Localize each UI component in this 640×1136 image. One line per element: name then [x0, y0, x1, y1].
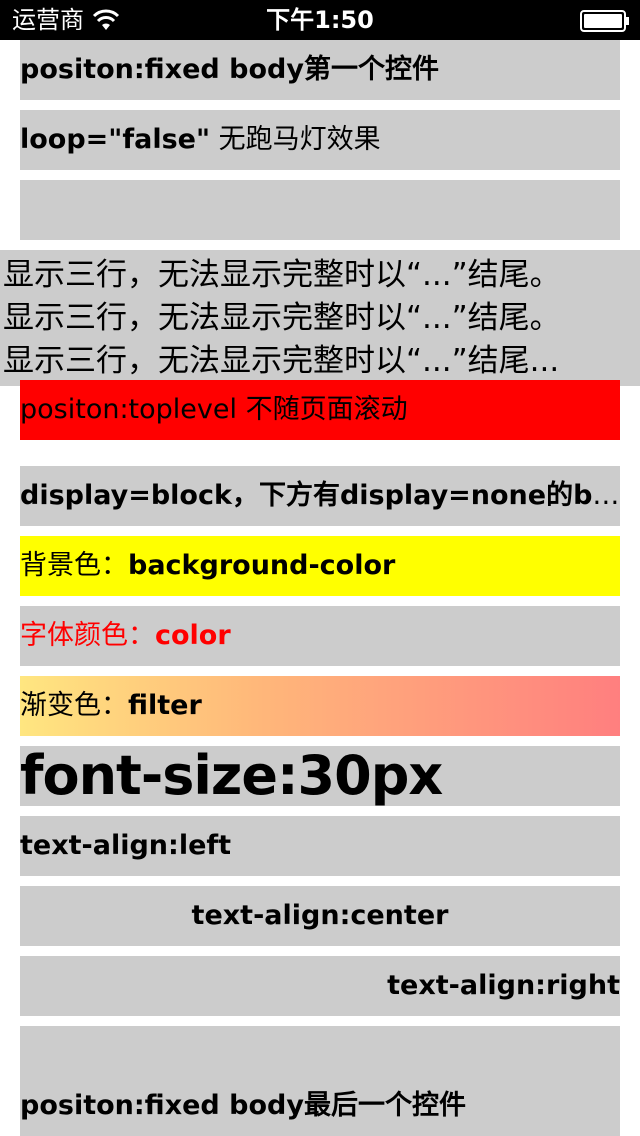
multiline-text-box: 显示三行，无法显示完整时以“...”结尾。 显示三行，无法显示完整时以“...”…: [0, 250, 640, 386]
multiline-line: 显示三行，无法显示完整时以“...”结尾。: [3, 257, 561, 293]
fixed-first-control: positon:fixed body第一个控件: [20, 40, 620, 100]
empty-box: [20, 180, 620, 240]
align-right-control: text-align:right: [20, 956, 620, 1016]
page-content: positon:fixed body第一个控件 loop="false" 无跑马…: [0, 40, 640, 1136]
color-value: color: [155, 620, 231, 651]
font-size-control: font-size:30px: [20, 746, 620, 806]
status-bar: 运营商 下午1:50: [0, 0, 640, 40]
toplevel-control: positon:toplevel 不随页面滚动: [20, 380, 620, 440]
align-center-control: text-align:center: [20, 886, 620, 946]
gradient-value: filter: [128, 690, 202, 721]
font-color-control: 字体颜色：color: [20, 606, 620, 666]
color-label: 字体颜色：: [20, 620, 155, 651]
marquee-control: loop="false" 无跑马灯效果: [20, 110, 620, 170]
gradient-label: 渐变色：: [20, 690, 128, 721]
fixed-last-control: positon:fixed body最后一个控件: [20, 1026, 620, 1136]
bg-label: 背景色：: [20, 550, 128, 581]
display-block-control: display=block，下方有display=none的b...: [20, 466, 620, 526]
background-color-control: 背景色：background-color: [20, 536, 620, 596]
align-left-control: text-align:left: [20, 816, 620, 876]
gradient-control: 渐变色：filter: [20, 676, 620, 736]
marquee-code: loop="false": [20, 124, 211, 155]
multiline-line: 显示三行，无法显示完整时以“...”结尾。: [3, 300, 561, 336]
status-time: 下午1:50: [266, 6, 374, 34]
battery-icon: [580, 10, 629, 32]
multiline-line: 显示三行，无法显示完整时以“...”结尾...: [3, 343, 560, 379]
bg-value: background-color: [128, 550, 396, 581]
marquee-desc: 无跑马灯效果: [210, 124, 381, 155]
